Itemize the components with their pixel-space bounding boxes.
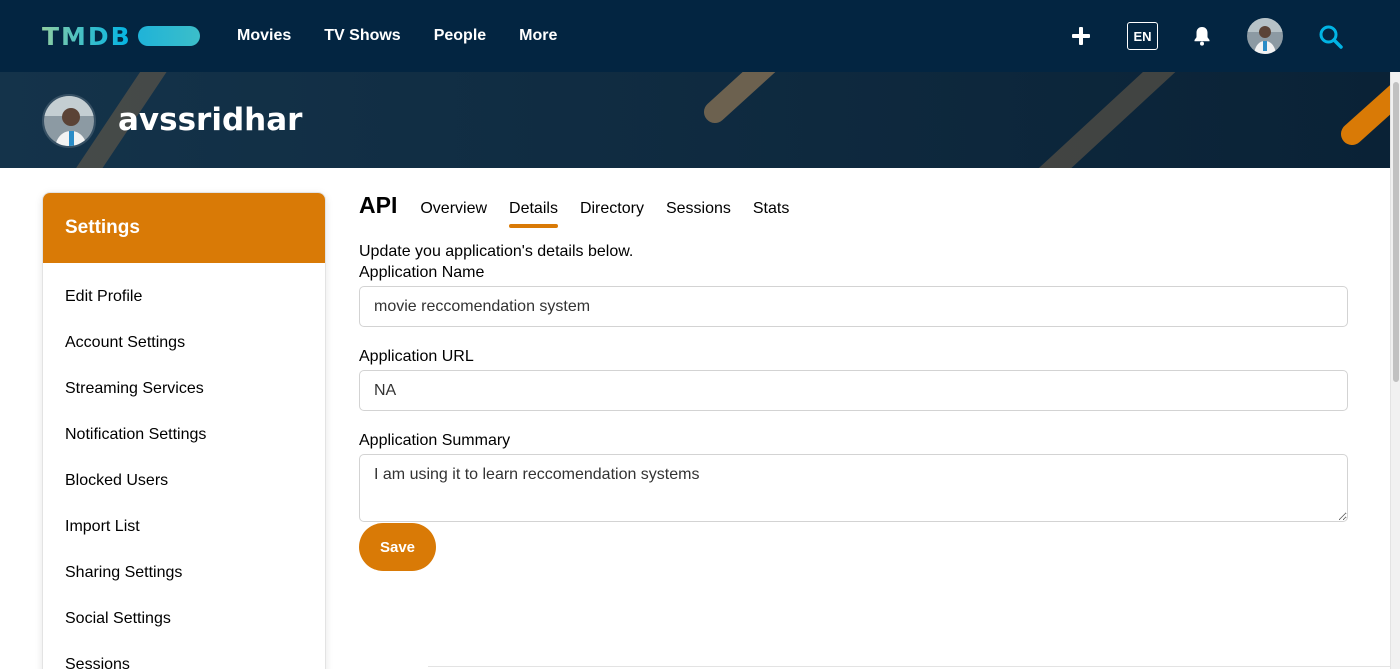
- tab-overview[interactable]: Overview: [420, 200, 487, 226]
- nav-link-people[interactable]: People: [434, 27, 486, 45]
- sidebar-item-sharing-settings[interactable]: Sharing Settings: [43, 550, 325, 596]
- sidebar-item-sessions[interactable]: Sessions: [43, 642, 325, 669]
- application-url-label: Application URL: [359, 348, 474, 365]
- tab-sessions[interactable]: Sessions: [666, 200, 731, 226]
- scrollbar-thumb[interactable]: [1393, 82, 1399, 382]
- nav-link-movies[interactable]: Movies: [237, 27, 291, 45]
- tmdb-logo[interactable]: TMDB: [42, 21, 200, 51]
- sidebar-item-streaming-services[interactable]: Streaming Services: [43, 366, 325, 412]
- main-nav: Movies TV Shows People More: [237, 0, 590, 72]
- application-url-input[interactable]: [359, 370, 1348, 411]
- application-summary-textarea[interactable]: I am using it to learn reccomendation sy…: [359, 454, 1348, 522]
- application-summary-label: Application Summary: [359, 432, 511, 449]
- intro-text: Update you application's details below.: [359, 243, 634, 260]
- profile-avatar[interactable]: [42, 94, 96, 148]
- bell-icon[interactable]: [1193, 26, 1211, 46]
- logo-text: TMDB: [42, 21, 132, 51]
- tab-stats[interactable]: Stats: [753, 200, 789, 226]
- api-tabs: API Overview Details Directory Sessions …: [359, 192, 1349, 232]
- api-details-panel: API Overview Details Directory Sessions …: [359, 192, 1349, 571]
- avatar[interactable]: [1247, 18, 1283, 54]
- save-button[interactable]: Save: [359, 523, 436, 571]
- sidebar-title: Settings: [43, 193, 325, 263]
- sidebar-item-notification-settings[interactable]: Notification Settings: [43, 412, 325, 458]
- top-navigation: TMDB Movies TV Shows People More EN: [0, 0, 1400, 72]
- sidebar-item-social-settings[interactable]: Social Settings: [43, 596, 325, 642]
- sidebar-item-edit-profile[interactable]: Edit Profile: [43, 274, 325, 320]
- nav-link-tv-shows[interactable]: TV Shows: [324, 27, 400, 45]
- sidebar-item-import-list[interactable]: Import List: [43, 504, 325, 550]
- tab-directory[interactable]: Directory: [580, 200, 644, 226]
- language-button[interactable]: EN: [1127, 22, 1158, 50]
- settings-sidebar: Settings Edit Profile Account Settings S…: [42, 192, 326, 669]
- logo-pill-shape: [137, 26, 200, 46]
- tab-details[interactable]: Details: [509, 200, 558, 228]
- nav-link-more[interactable]: More: [519, 27, 557, 45]
- search-icon[interactable]: [1318, 24, 1344, 50]
- profile-username[interactable]: avssridhar: [118, 102, 302, 138]
- application-name-label: Application Name: [359, 264, 485, 281]
- profile-banner: avssridhar: [0, 72, 1400, 168]
- divider: [428, 666, 1390, 667]
- page-title: API: [359, 192, 398, 218]
- sidebar-item-blocked-users[interactable]: Blocked Users: [43, 458, 325, 504]
- application-name-input[interactable]: [359, 286, 1348, 327]
- page-scrollbar[interactable]: [1390, 72, 1400, 669]
- sidebar-menu: Edit Profile Account Settings Streaming …: [43, 263, 325, 669]
- plus-icon[interactable]: [1072, 27, 1090, 45]
- sidebar-item-account-settings[interactable]: Account Settings: [43, 320, 325, 366]
